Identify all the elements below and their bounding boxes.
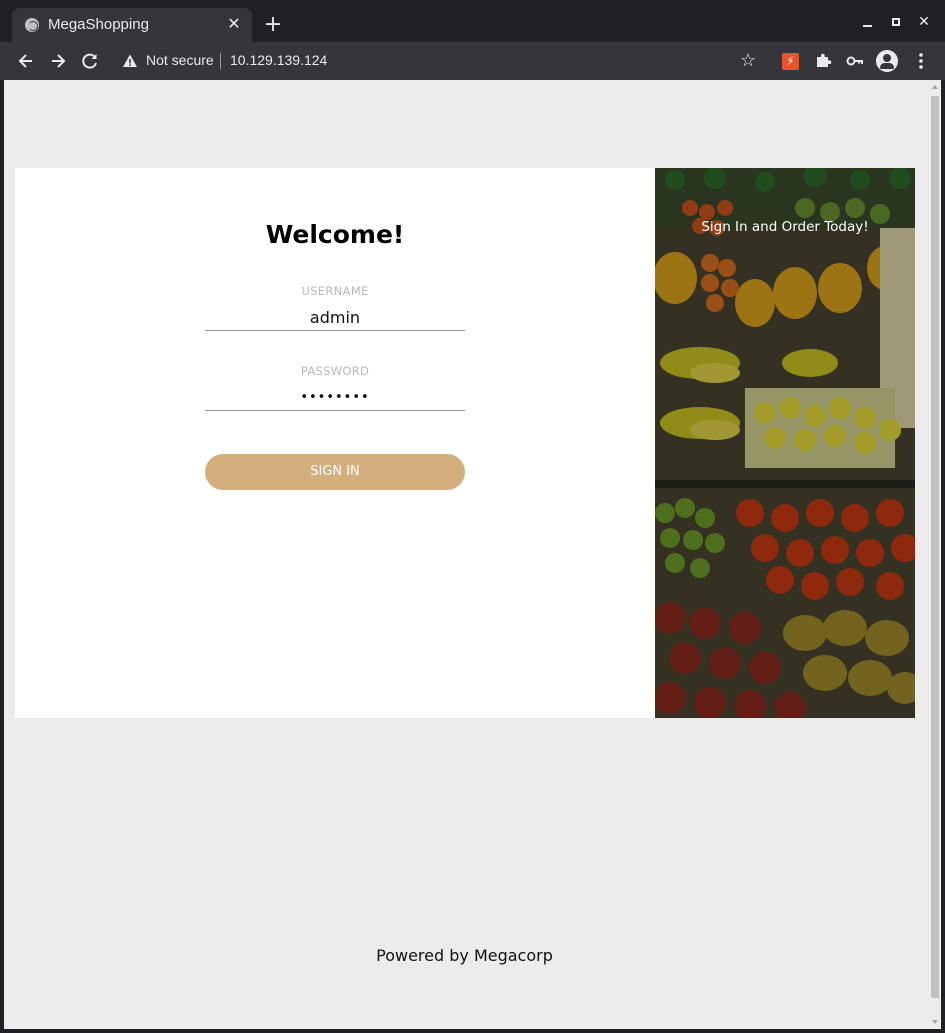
scroll-up-icon[interactable] — [932, 85, 938, 89]
profile-icon[interactable] — [876, 50, 898, 72]
scroll-down-icon[interactable] — [932, 1020, 938, 1024]
new-tab-icon[interactable]: + — [262, 14, 284, 36]
image-overlay — [655, 168, 915, 718]
burp-extension-icon[interactable]: ⚡ — [782, 53, 799, 70]
browser-tab[interactable]: MegaShopping ✕ — [12, 8, 252, 42]
puzzle-icon[interactable] — [812, 50, 834, 72]
minimize-icon — [863, 25, 872, 27]
username-input[interactable] — [205, 305, 465, 331]
tab-close-icon[interactable]: ✕ — [225, 15, 243, 33]
browser-toolbar: Not secure 10.129.139.124 ☆ ⚡ — [0, 42, 945, 80]
window-close-button[interactable]: ✕ — [914, 12, 934, 32]
kebab-menu-icon[interactable] — [910, 50, 932, 72]
browser-window: MegaShopping ✕ + ✕ Not secure 10.129.139… — [0, 0, 945, 1033]
password-label: PASSWORD — [300, 364, 370, 378]
security-status[interactable]: Not secure — [146, 52, 214, 68]
tab-strip: MegaShopping ✕ + ✕ — [0, 0, 945, 42]
vertical-scrollbar[interactable] — [929, 80, 941, 1029]
scroll-thumb[interactable] — [931, 96, 939, 998]
address-divider — [220, 53, 221, 69]
star-icon[interactable]: ☆ — [740, 50, 756, 71]
login-card: Welcome! USERNAME PASSWORD SIGN IN — [15, 168, 915, 718]
password-input[interactable] — [205, 385, 465, 411]
tab-title: MegaShopping — [48, 16, 149, 33]
back-arrow-icon[interactable] — [15, 50, 37, 72]
username-label: USERNAME — [301, 284, 369, 298]
key-icon[interactable] — [844, 50, 866, 72]
page-footer: Powered by Megacorp — [376, 946, 553, 965]
page-viewport: Welcome! USERNAME PASSWORD SIGN IN — [4, 80, 941, 1029]
minimize-button[interactable] — [858, 12, 878, 32]
maximize-icon — [892, 18, 900, 26]
sign-in-button[interactable]: SIGN IN — [205, 454, 465, 490]
address-bar[interactable]: Not secure 10.129.139.124 ☆ — [112, 46, 772, 76]
login-form: Welcome! USERNAME PASSWORD SIGN IN — [15, 168, 655, 718]
url-text[interactable]: 10.129.139.124 — [230, 52, 327, 68]
forward-arrow-icon[interactable] — [47, 50, 69, 72]
page-title: Welcome! — [265, 220, 405, 249]
globe-icon — [25, 18, 39, 32]
warning-icon[interactable] — [122, 53, 138, 69]
produce-image-panel: Sign In and Order Today! — [655, 168, 915, 718]
maximize-button[interactable] — [886, 12, 906, 32]
reload-icon[interactable] — [79, 50, 101, 72]
panel-tagline: Sign In and Order Today! — [701, 219, 869, 235]
